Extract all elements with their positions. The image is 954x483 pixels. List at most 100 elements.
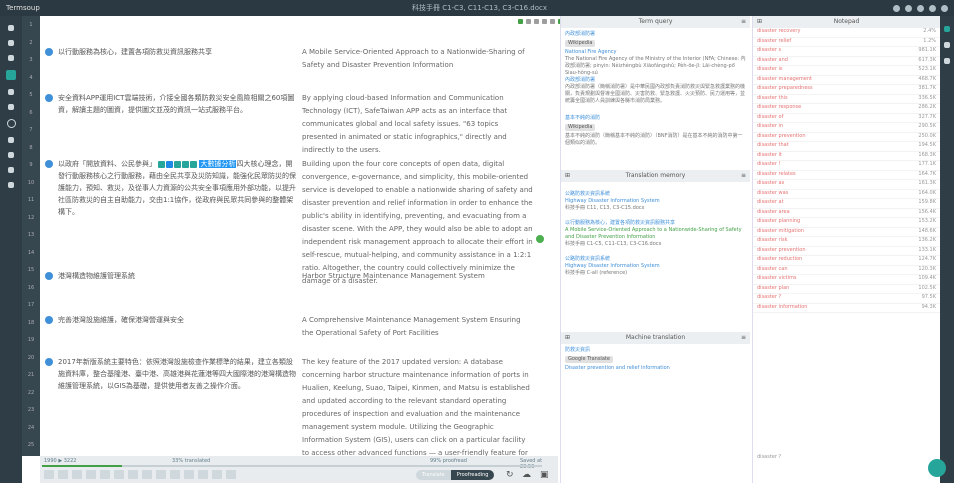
format-icon[interactable] [550,19,555,24]
account-icon[interactable] [941,4,948,12]
notepad-row[interactable]: disaster this 336.5K [753,95,940,104]
notepad-row[interactable]: disaster preparedness 381.7K [753,85,940,95]
segment-row[interactable]: 港灣構造物維護管理系統 Harbor Structure Maintenance… [40,270,558,290]
notepad-row[interactable]: disaster in 290.5K [753,123,940,133]
add-icon[interactable]: ⊞ [565,332,570,344]
panel-icon[interactable] [944,26,950,32]
notepad-row[interactable]: disaster was 164.0K [753,190,940,199]
panel-icon[interactable] [944,58,950,64]
notepad-row[interactable]: disaster risk 136.2K [753,237,940,247]
term-result-title[interactable]: 內政部消防署 [565,77,746,84]
star-icon[interactable] [8,137,14,143]
tag-chips[interactable] [158,160,198,168]
notepad-row[interactable]: disaster at 159.8K [753,199,940,209]
segment-status-icon[interactable] [45,316,53,324]
tag-chip[interactable] [190,160,198,168]
tm-target[interactable]: Highway Disaster Information System [565,198,746,205]
notepad-row[interactable]: disaster as 161.3K [753,180,940,190]
notepad-row[interactable]: disaster recovery 2.4% [753,28,940,38]
segment-row[interactable]: 以政府「開放資料、公民參與」 大數據分析四大核心理念，開發行動服務核心之行動服務… [40,158,558,285]
underline-icon[interactable] [542,19,547,24]
segment-target[interactable]: By applying cloud-based Information and … [302,92,534,157]
page-button[interactable] [198,470,208,479]
notepad-row[interactable]: disaster of 327.7K [753,114,940,123]
doc-icon[interactable] [8,152,14,158]
bold-icon[interactable] [526,19,531,24]
notepad-row[interactable]: disaster relief 1.2% [753,38,940,47]
help-icon[interactable] [905,4,912,12]
notepad-row[interactable]: disaster s 981.1K [753,47,940,57]
collapse-icon[interactable]: ≡ [741,16,746,28]
notepad-row[interactable]: disaster ! 177.1K [753,161,940,171]
segment-row[interactable]: 安全資料APP運用ICT雲端技術，介接全國各類防救災安全風險相關之60項圖資，解… [40,92,558,162]
tm-source[interactable]: 以行動服務為核心，建置各項防救災資訊服務共享 [565,220,746,227]
settings-icon[interactable] [917,4,924,12]
home-icon[interactable] [8,25,14,31]
cloud-icon[interactable]: ☁ [522,470,531,480]
collapse-icon[interactable]: ≡ [741,332,746,344]
tag-chip[interactable] [158,160,166,168]
notepad-row[interactable]: disaster plan 102.5K [753,285,940,294]
segment-status-icon[interactable] [45,272,53,280]
list-icon[interactable] [6,70,16,80]
page-button[interactable] [184,470,194,479]
segment-row[interactable]: 完善港灣設施維護，確保港灣營運與安全 A Comprehensive Maint… [40,314,558,344]
tag-chip[interactable] [166,160,174,168]
segment-status-icon[interactable] [45,48,53,56]
notepad-row[interactable]: disaster that 194.5K [753,142,940,152]
translate-mode-button[interactable]: Translate [416,470,451,480]
notepad-row[interactable]: disaster can 120.3K [753,266,940,275]
notepad-row[interactable]: disaster area 156.4K [753,209,940,218]
page-button[interactable] [142,470,152,479]
notepad-row[interactable]: disaster reduction 124.7K [753,256,940,266]
segment-target[interactable]: Harbor Structure Maintenance Management … [302,270,534,283]
segment-row[interactable]: 以行動服務為核心，建置各項防救災資訊服務共享 A Mobile Service-… [40,46,558,76]
page-button[interactable] [44,470,54,479]
proofread-mode-button[interactable]: Proofreading [450,470,495,480]
tm-target[interactable]: Highway Disaster Information System [565,263,746,270]
confirm-segment-icon[interactable] [536,235,544,243]
page-button[interactable] [86,470,96,479]
term-result-english[interactable]: National Fire Agency [565,49,746,56]
notepad-row[interactable]: disaster mitigation 148.6K [753,228,940,237]
notepad-row[interactable]: disaster it 168.3K [753,152,940,161]
add-icon[interactable]: ⊞ [565,170,570,182]
filter-icon[interactable] [8,55,14,61]
tag-chip[interactable] [174,160,182,168]
notepad-row[interactable]: disaster ? 97.5K [753,294,940,304]
term-result-title[interactable]: 內政部消防署 [565,31,746,38]
mode-toggle[interactable]: Translate Proofreading [416,470,495,480]
chart-icon[interactable] [8,89,14,95]
page-button[interactable] [128,470,138,479]
notepad-row[interactable]: disaster prevention 250.0K [753,133,940,142]
italic-icon[interactable] [534,19,539,24]
term-result-title[interactable]: 基本不純的消防 [565,115,746,122]
tm-target[interactable]: A Mobile Service-Oriented Approach to a … [565,227,746,241]
collapse-icon[interactable]: ≡ [741,170,746,182]
tag-chip[interactable] [182,160,190,168]
page-button[interactable] [58,470,68,479]
tm-source[interactable]: 公路防救災資訊系統 [565,191,746,198]
add-icon[interactable]: ⊞ [757,16,762,28]
notepad-row[interactable]: disaster relates 164.7K [753,171,940,180]
notepad-row[interactable]: disaster planning 153.2K [753,218,940,228]
page-button[interactable] [156,470,166,479]
refresh-icon[interactable]: ↻ [506,470,514,480]
page-button[interactable] [212,470,222,479]
page-button[interactable] [226,470,236,479]
segment-row[interactable]: 2017年新版系統主要特色：依照港灣設施檢查作業標準的結果，建立各類設施資料庫，… [40,356,558,470]
notepad-row[interactable]: disaster and 617.3K [753,57,940,66]
bookmark-icon[interactable] [8,104,14,110]
page-button[interactable] [72,470,82,479]
highlighted-term[interactable]: 大數據分析 [199,160,237,168]
exit-icon[interactable] [8,182,14,188]
notepad-row[interactable]: disaster is 523.1K [753,66,940,76]
notification-icon[interactable] [929,4,936,12]
segment-target[interactable]: A Mobile Service-Oriented Approach to a … [302,46,534,72]
panel-icon[interactable] [944,42,950,48]
segment-status-icon[interactable] [45,358,53,366]
tm-source[interactable]: 公路防救災資訊系統 [565,256,746,263]
notepad-row[interactable]: disaster victims 109.4K [753,275,940,285]
user-icon[interactable] [8,40,14,46]
tag-icon[interactable] [518,19,523,24]
